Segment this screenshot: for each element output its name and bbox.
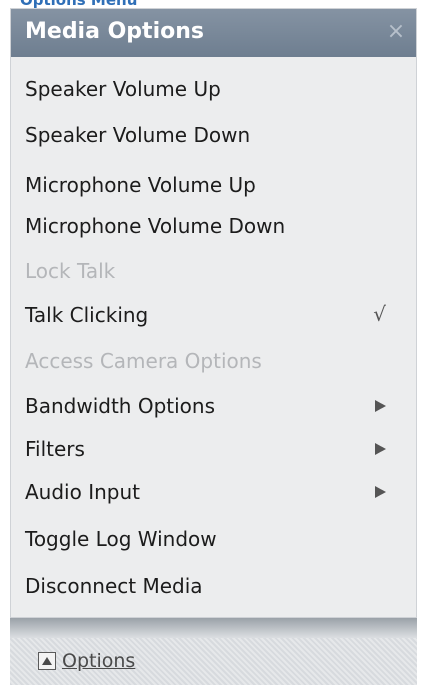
menu-item-label: Access Camera Options [25,349,262,373]
footer-bar: Options [10,638,417,685]
menu-item-label: Bandwidth Options [25,394,215,418]
menu-item-microphone-volume-up[interactable]: Microphone Volume Up [11,169,416,201]
options-link-label: Options [62,650,136,672]
menu-item-microphone-volume-down[interactable]: Microphone Volume Down [11,210,416,242]
check-icon: √ [373,302,386,326]
menu-item-filters[interactable]: Filters [11,433,416,465]
media-options-menu: Media Options × Speaker Volume Up Speake… [10,8,417,618]
menu-item-label: Disconnect Media [25,574,203,598]
menu-item-speaker-volume-down[interactable]: Speaker Volume Down [11,119,416,151]
submenu-arrow-icon [375,443,386,455]
menu-item-label: Filters [25,437,85,461]
menu-item-label: Audio Input [25,480,140,504]
menu-item-label: Talk Clicking [25,303,149,327]
menu-item-label: Microphone Volume Up [25,173,256,197]
menu-item-talk-clicking[interactable]: Talk Clicking √ [11,299,416,331]
page-label: Options Menu [20,0,138,9]
menu-item-lock-talk: Lock Talk [11,255,416,287]
submenu-arrow-icon [375,400,386,412]
menu-item-label: Toggle Log Window [25,527,217,551]
menu-item-speaker-volume-up[interactable]: Speaker Volume Up [11,73,416,105]
menu-item-label: Lock Talk [25,259,116,283]
menu-item-label: Microphone Volume Down [25,214,286,238]
menu-item-disconnect-media[interactable]: Disconnect Media [11,570,416,602]
menu-item-access-camera-options: Access Camera Options [11,345,416,377]
menu-item-label: Speaker Volume Up [25,77,221,101]
options-toggle-button[interactable]: Options [38,648,135,674]
submenu-arrow-icon [375,486,386,498]
menu-item-label: Speaker Volume Down [25,123,251,147]
menu-item-toggle-log-window[interactable]: Toggle Log Window [11,523,416,555]
menu-title: Media Options [25,19,204,44]
menu-item-audio-input[interactable]: Audio Input [11,476,416,508]
menu-header: Media Options × [11,9,416,57]
menu-shadow [10,618,417,638]
menu-item-bandwidth-options[interactable]: Bandwidth Options [11,390,416,422]
close-icon[interactable]: × [384,19,408,45]
up-triangle-icon [38,652,56,670]
